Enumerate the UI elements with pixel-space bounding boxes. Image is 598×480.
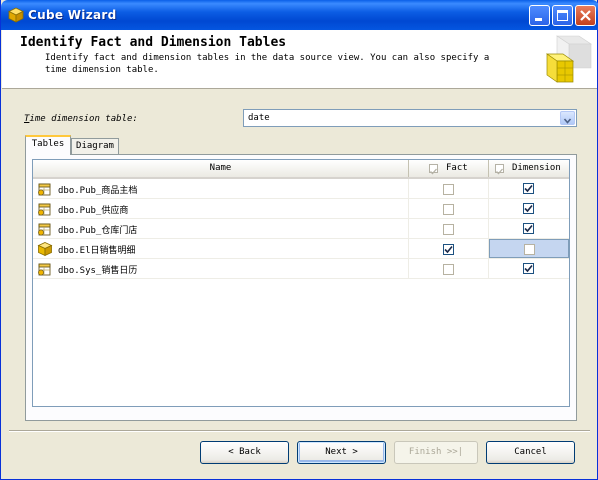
dimension-checkbox[interactable] [523,203,534,214]
row-name-cell: dbo.Pub_商品主档 [33,179,409,198]
dimension-table-icon [38,203,51,216]
row-table-name: dbo.Pub_商品主档 [58,186,138,196]
fact-checkbox[interactable] [443,264,454,275]
row-name-cell: dbo.El日销售明细 [33,239,409,258]
fact-checkbox[interactable] [443,244,454,255]
row-dimension-cell [489,259,569,278]
table-row[interactable]: dbo.El日销售明细 [33,239,569,259]
dimension-table-icon [38,223,51,236]
column-header-fact[interactable]: Fact [409,160,489,177]
row-dimension-cell [489,199,569,218]
fact-header-label: Fact [446,163,468,173]
table-row[interactable]: dbo.Pub_仓库门店 [33,219,569,239]
cube-app-icon [8,7,24,23]
row-name-cell: dbo.Pub_供应商 [33,199,409,218]
column-header-name[interactable]: Name [33,160,409,177]
dimension-table-icon [38,263,51,276]
time-dimension-select[interactable]: date [243,109,577,127]
title-bar[interactable]: Cube Wizard [1,0,598,30]
dimension-header-checkbox[interactable] [495,164,504,175]
checkmark-icon [444,245,453,254]
cube-wizard-graphic-icon [545,35,592,83]
table-row[interactable]: dbo.Pub_商品主档 [33,179,569,199]
time-dimension-label: Time dimension table: [24,114,138,124]
dropdown-button[interactable] [560,111,575,125]
time-dimension-value: date [248,113,270,123]
fact-checkbox[interactable] [443,224,454,235]
row-fact-cell [409,239,489,258]
table-row[interactable]: dbo.Pub_供应商 [33,199,569,219]
checkmark-icon [524,204,533,213]
row-fact-cell [409,259,489,278]
dimension-table-icon [38,183,51,196]
minimize-button[interactable] [529,5,550,26]
row-name-cell: dbo.Pub_仓库门店 [33,219,409,238]
tab-diagram[interactable]: Diagram [71,138,119,154]
fact-table-icon [37,242,53,257]
next-button[interactable]: Next > [297,441,386,464]
checkmark-icon [524,264,533,273]
tables-grid: Name Fact Dimension dbo.Pub_商品主档 dbo.Pub_… [32,159,570,407]
chevron-down-icon [563,118,572,124]
row-dimension-cell [489,239,569,258]
row-table-name: dbo.El日销售明细 [58,246,136,256]
column-header-dimension[interactable]: Dimension [489,160,569,177]
checkmark-icon [524,224,533,233]
minimize-icon [535,18,542,21]
row-name-cell: dbo.Sys_销售日历 [33,259,409,278]
footer-divider [9,430,590,432]
row-table-name: dbo.Pub_供应商 [58,206,129,216]
row-dimension-cell [489,179,569,198]
table-row[interactable]: dbo.Sys_销售日历 [33,259,569,279]
row-table-name: dbo.Pub_仓库门店 [58,226,138,236]
fact-checkbox[interactable] [443,204,454,215]
checkmark-icon [524,184,533,193]
grid-header: Name Fact Dimension [33,160,569,179]
row-fact-cell [409,199,489,218]
page-description: Identify fact and dimension tables in th… [45,53,490,75]
dimension-checkbox[interactable] [523,263,534,274]
window-title: Cube Wizard [28,8,117,22]
row-fact-cell [409,219,489,238]
checkmark-icon [430,168,437,175]
wizard-header: Identify Fact and Dimension Tables Ident… [2,30,597,89]
tab-tables[interactable]: Tables [25,135,71,155]
row-dimension-cell [489,219,569,238]
cube-wizard-window: Cube Wizard Identify Fact and Dimension … [0,0,598,480]
close-button[interactable] [575,5,596,26]
fact-header-checkbox[interactable] [429,164,438,175]
finish-button[interactable]: Finish >>| [394,441,478,464]
maximize-icon [557,10,568,21]
row-fact-cell [409,179,489,198]
maximize-button[interactable] [552,5,573,26]
row-table-name: dbo.Sys_销售日历 [58,266,138,276]
dimension-header-label: Dimension [512,163,561,173]
dimension-checkbox[interactable] [523,223,534,234]
close-icon [580,10,591,21]
back-button[interactable]: < Back [200,441,289,464]
checkmark-icon [496,168,503,175]
dimension-checkbox[interactable] [523,183,534,194]
cancel-button[interactable]: Cancel [486,441,575,464]
dimension-checkbox[interactable] [524,244,535,255]
fact-checkbox[interactable] [443,184,454,195]
page-title: Identify Fact and Dimension Tables [20,35,287,50]
